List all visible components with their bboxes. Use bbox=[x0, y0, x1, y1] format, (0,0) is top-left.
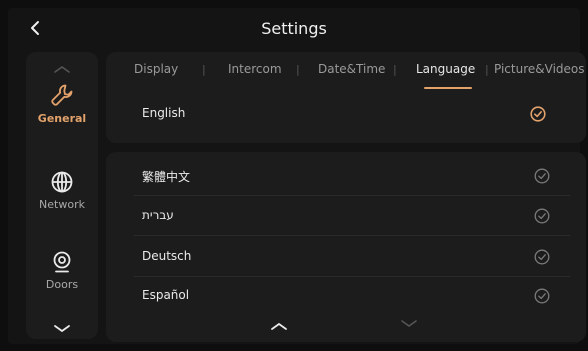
language-list: 繁體中文 עברית Deutsch Español bbox=[106, 152, 586, 342]
page-up-button[interactable] bbox=[268, 317, 290, 330]
check-circle-icon bbox=[534, 208, 550, 224]
sidebar-item-doors[interactable]: Doors bbox=[26, 250, 98, 316]
sidebar-scroll-up-button[interactable] bbox=[50, 60, 74, 73]
sidebar-scroll-down-button[interactable] bbox=[50, 320, 74, 333]
tab-bar: Display | Intercom | Date&Time | Languag… bbox=[106, 52, 586, 89]
header: Settings bbox=[8, 8, 580, 50]
row-divider bbox=[134, 276, 570, 277]
tab-separator: | bbox=[485, 63, 489, 76]
sidebar-item-general[interactable]: General bbox=[26, 82, 98, 148]
language-row[interactable]: 繁體中文 bbox=[106, 158, 586, 194]
language-row[interactable]: עברית bbox=[106, 198, 586, 234]
language-label: עברית bbox=[142, 208, 174, 222]
sidebar: General Network Doors bbox=[26, 52, 98, 339]
language-label: 繁體中文 bbox=[142, 170, 191, 184]
tab-datetime[interactable]: Date&Time bbox=[318, 62, 385, 76]
check-circle-icon bbox=[534, 288, 550, 304]
chevron-down-icon bbox=[401, 320, 417, 327]
check-circle-icon bbox=[534, 168, 550, 184]
page-down-button[interactable] bbox=[398, 315, 420, 327]
page-title: Settings bbox=[261, 19, 327, 38]
chevron-down-icon bbox=[54, 325, 70, 333]
language-label: English bbox=[142, 106, 186, 120]
language-label: Deutsch bbox=[142, 249, 192, 263]
tab-separator: | bbox=[202, 63, 206, 76]
chevron-up-icon bbox=[54, 66, 70, 73]
language-row-selected[interactable]: English bbox=[106, 96, 586, 132]
language-row[interactable]: Español bbox=[106, 278, 586, 314]
tab-display[interactable]: Display bbox=[134, 62, 178, 76]
wrench-icon bbox=[51, 84, 73, 106]
tab-separator: | bbox=[296, 63, 300, 76]
tab-separator: | bbox=[393, 63, 397, 76]
tab-intercom[interactable]: Intercom bbox=[228, 62, 282, 76]
row-divider bbox=[134, 235, 570, 236]
check-circle-icon bbox=[534, 249, 550, 265]
sidebar-item-label: Network bbox=[39, 198, 85, 211]
language-row[interactable]: Deutsch bbox=[106, 239, 586, 275]
globe-icon bbox=[51, 171, 73, 193]
language-label: Español bbox=[142, 288, 190, 302]
row-divider bbox=[134, 195, 570, 196]
language-panel-top: Display | Intercom | Date&Time | Languag… bbox=[106, 52, 586, 143]
tab-picture-videos[interactable]: Picture&Videos bbox=[494, 62, 585, 76]
sidebar-item-label: Doors bbox=[45, 278, 79, 291]
check-circle-icon bbox=[530, 106, 546, 122]
sidebar-item-label: General bbox=[37, 112, 87, 125]
camera-icon bbox=[53, 251, 71, 273]
active-tab-indicator bbox=[424, 87, 472, 89]
sidebar-item-network[interactable]: Network bbox=[26, 170, 98, 236]
chevron-up-icon bbox=[271, 322, 287, 330]
tab-language[interactable]: Language bbox=[416, 62, 475, 76]
